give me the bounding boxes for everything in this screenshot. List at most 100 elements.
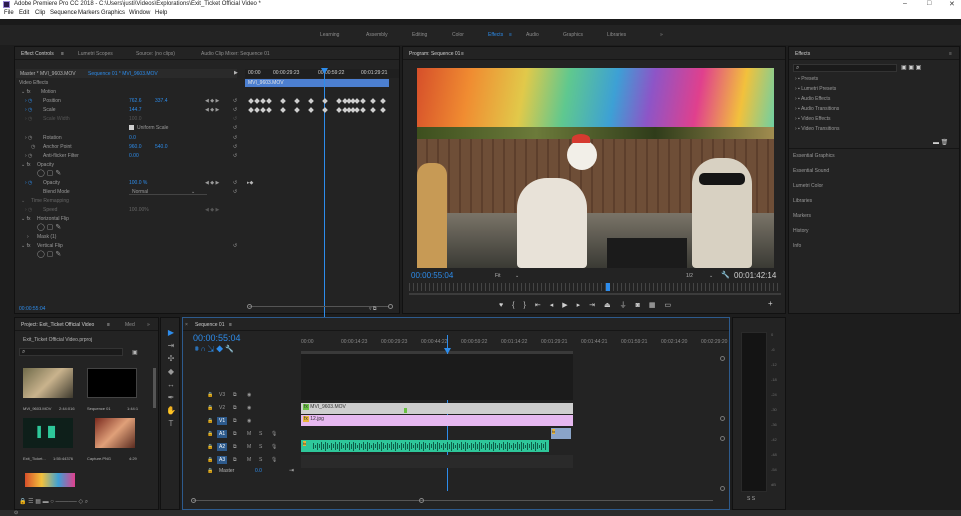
anchor-x[interactable]: 960.0 (129, 144, 142, 150)
timeline-timecode[interactable]: 00:00:55:04 (193, 333, 241, 343)
keyframe-icon[interactable] (254, 98, 260, 104)
keyframe-icon[interactable] (254, 107, 260, 113)
type-tool-icon[interactable]: T (165, 417, 177, 430)
sync-lock-icon[interactable]: ⧉ (233, 457, 237, 463)
program-playhead[interactable] (606, 283, 610, 291)
clip-small-video[interactable]: fx (551, 428, 571, 439)
program-timecode[interactable]: 00:00:55:04 (411, 271, 453, 280)
filter-icon[interactable]: ▿ ⧉ (369, 306, 376, 312)
sync-lock-icon[interactable]: ⧉ (233, 418, 237, 424)
fx-icon[interactable]: ⌄ fx (21, 89, 30, 95)
sync-lock-icon[interactable]: ⧉ (233, 431, 237, 437)
ec-clip-bar[interactable]: MVI_9603.MOV (245, 79, 389, 87)
chevron-down-icon[interactable]: ⌄ (191, 189, 195, 195)
slip-tool-icon[interactable]: ↔ (165, 378, 177, 391)
mic-icon[interactable]: 🎙 (271, 444, 277, 450)
stopwatch-icon[interactable]: › ◷ (25, 135, 32, 141)
reset-icon[interactable]: ↺ (233, 180, 237, 186)
workspace-editing[interactable]: Editing (412, 32, 427, 38)
tab-menu-icon[interactable]: ≡ (107, 322, 110, 328)
anchor-y[interactable]: 540.0 (155, 144, 168, 150)
reset-icon[interactable]: ↺ (233, 125, 237, 131)
master-clip-label[interactable]: Master * MVI_9603.MOV (20, 71, 76, 77)
track-label-a3[interactable]: A3 (217, 456, 228, 464)
thumb-sequence-01[interactable] (87, 368, 137, 398)
tab-sequence-01[interactable]: Sequence 01 (195, 322, 224, 328)
folder-presets[interactable]: › ▪ Presets (795, 76, 818, 82)
keyframe-nav-icon[interactable]: ◀ ◆ ▶ (205, 107, 219, 113)
selection-tool-icon[interactable]: ▶ (165, 326, 177, 339)
reset-icon[interactable]: ↺ (233, 153, 237, 159)
keyframe-icon[interactable] (380, 98, 386, 104)
stopwatch-icon[interactable]: ◷ (31, 144, 35, 150)
thumb-capture-png[interactable] (95, 418, 135, 448)
section-history[interactable]: History (793, 228, 809, 234)
project-scrollbar[interactable] (153, 368, 156, 408)
thumb-audio-waveform-icon[interactable]: ▌▐▌ (23, 418, 73, 448)
folder-audio-effects[interactable]: › ▪ Audio Effects (795, 96, 830, 102)
workspace-effects[interactable]: Effects (488, 32, 503, 38)
keyframe-icon[interactable] (354, 98, 360, 104)
lock-icon[interactable]: 🔒 (207, 418, 213, 424)
track-label-a1[interactable]: A1 (217, 430, 228, 438)
keyframe-icon[interactable] (266, 98, 272, 104)
master-volume[interactable]: 0.0 (255, 468, 262, 474)
clip-v2[interactable]: fx MVI_9603.MOV (301, 403, 573, 414)
workspace-graphics[interactable]: Graphics (563, 32, 583, 38)
folder-video-effects[interactable]: › ▪ Video Effects (795, 116, 831, 122)
tab-menu-icon[interactable]: ≡ (61, 51, 64, 57)
keyframe-icon[interactable] (308, 107, 314, 113)
keyframe-icon[interactable] (248, 98, 254, 104)
timeline-vertical-scroll[interactable] (720, 354, 726, 494)
keyframe-icon[interactable] (354, 107, 360, 113)
reset-icon[interactable]: ↺ (233, 135, 237, 141)
lock-icon[interactable]: 🔒 (19, 499, 26, 505)
keyframe-icon[interactable] (280, 107, 286, 113)
menu-markers[interactable]: Markers (78, 10, 100, 16)
mic-icon[interactable]: 🎙 (271, 431, 277, 437)
keyframe-icon[interactable] (336, 107, 342, 113)
tab-lumetri-scopes[interactable]: Lumetri Scopes (78, 51, 113, 57)
keyframe-icon[interactable] (336, 98, 342, 104)
reset-icon[interactable]: ↺ (233, 116, 237, 122)
sync-lock-icon[interactable]: ⧉ (233, 405, 237, 411)
program-scrub-bar[interactable] (409, 283, 781, 291)
position-x[interactable]: 762.6 (129, 98, 142, 104)
ec-ruler[interactable]: 00:00 00:00:29:23 00:00:59:22 00:01:29:2… (245, 69, 399, 78)
workspace-learning[interactable]: Learning (320, 32, 339, 38)
mark-out-icon[interactable]: } (524, 302, 535, 309)
keyframe-icon[interactable] (260, 98, 266, 104)
step-back-icon[interactable]: ◂ (550, 302, 563, 309)
opacity-keyframe-icon[interactable]: ▸◆ (247, 180, 253, 186)
keyframe-nav-icon[interactable]: ◀ ◆ ▶ (205, 98, 219, 104)
workspace-effects-menu-icon[interactable]: ≡ (509, 32, 512, 38)
uniform-scale-checkbox[interactable] (129, 125, 134, 130)
go-to-end-icon[interactable]: ⇥ (289, 467, 294, 474)
razor-tool-icon[interactable]: ◆ (165, 365, 177, 378)
track-label-v1[interactable]: V1 (217, 417, 228, 425)
mask-shape-icons[interactable]: ◯ ▢ ✎ (37, 250, 61, 258)
pen-tool-icon[interactable]: ✒ (165, 391, 177, 404)
comparison-view-icon[interactable]: ▦ (649, 302, 665, 309)
thumb-smoke-image[interactable] (25, 473, 75, 487)
section-lumetri-color[interactable]: Lumetri Color (793, 183, 823, 189)
icon-view-icon[interactable]: ▦ (35, 499, 41, 505)
collapse-icon[interactable]: ⌄ (21, 198, 25, 204)
safe-margins-icon[interactable]: ▭ (665, 302, 681, 309)
folder-audio-transitions[interactable]: › ▪ Audio Transitions (795, 106, 839, 112)
track-label-a2[interactable]: A2 (217, 443, 228, 451)
new-bin-icon[interactable]: ▬ 🗑 (933, 139, 948, 146)
workspace-assembly[interactable]: Assembly (366, 32, 388, 38)
mute-icon[interactable]: M (247, 457, 251, 463)
scale-value[interactable]: 144.7 (129, 107, 142, 113)
tab-menu-icon[interactable]: ≡ (949, 51, 952, 57)
mark-in-icon[interactable]: { (512, 302, 523, 309)
keyframe-nav-icon[interactable]: ◀ ◆ ▶ (205, 180, 219, 186)
play-icon[interactable]: ▶ (562, 302, 576, 309)
lock-icon[interactable]: 🔒 (207, 405, 213, 411)
keyframe-icon[interactable] (294, 98, 300, 104)
step-forward-icon[interactable]: ▸ (577, 302, 590, 309)
expand-arrow-icon[interactable]: ▶ (234, 70, 238, 76)
close-button[interactable]: ✕ (949, 0, 955, 8)
keyframe-icon[interactable] (294, 107, 300, 113)
